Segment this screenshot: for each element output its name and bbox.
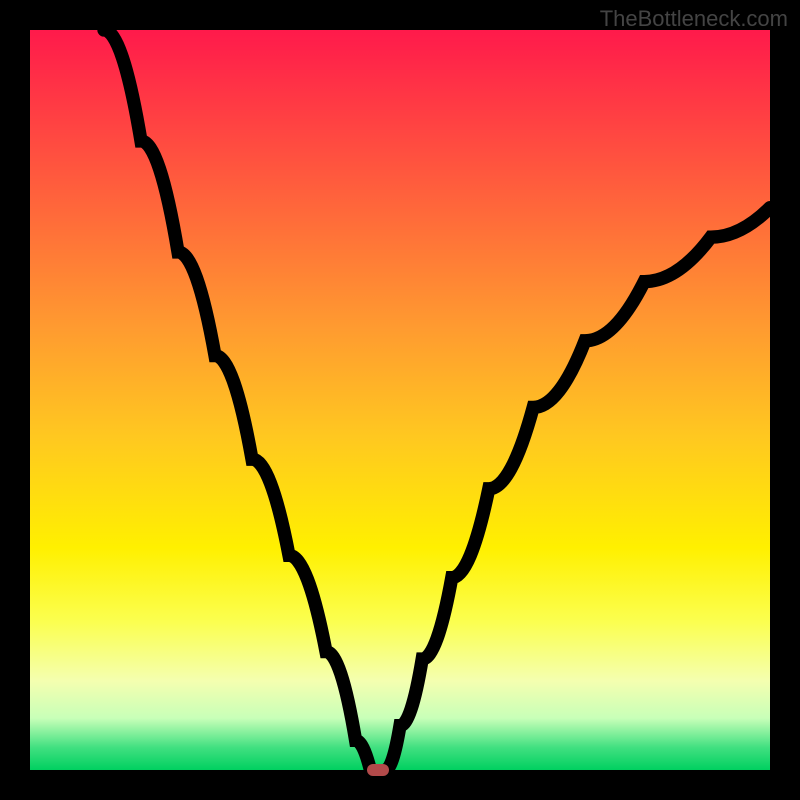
curve-right-branch [385,208,770,770]
chart-frame: TheBottleneck.com [0,0,800,800]
min-marker [367,764,389,776]
curve-left-branch [104,30,370,770]
plot-area [30,30,770,770]
watermark-text: TheBottleneck.com [600,6,788,32]
bottleneck-curve [30,30,770,770]
